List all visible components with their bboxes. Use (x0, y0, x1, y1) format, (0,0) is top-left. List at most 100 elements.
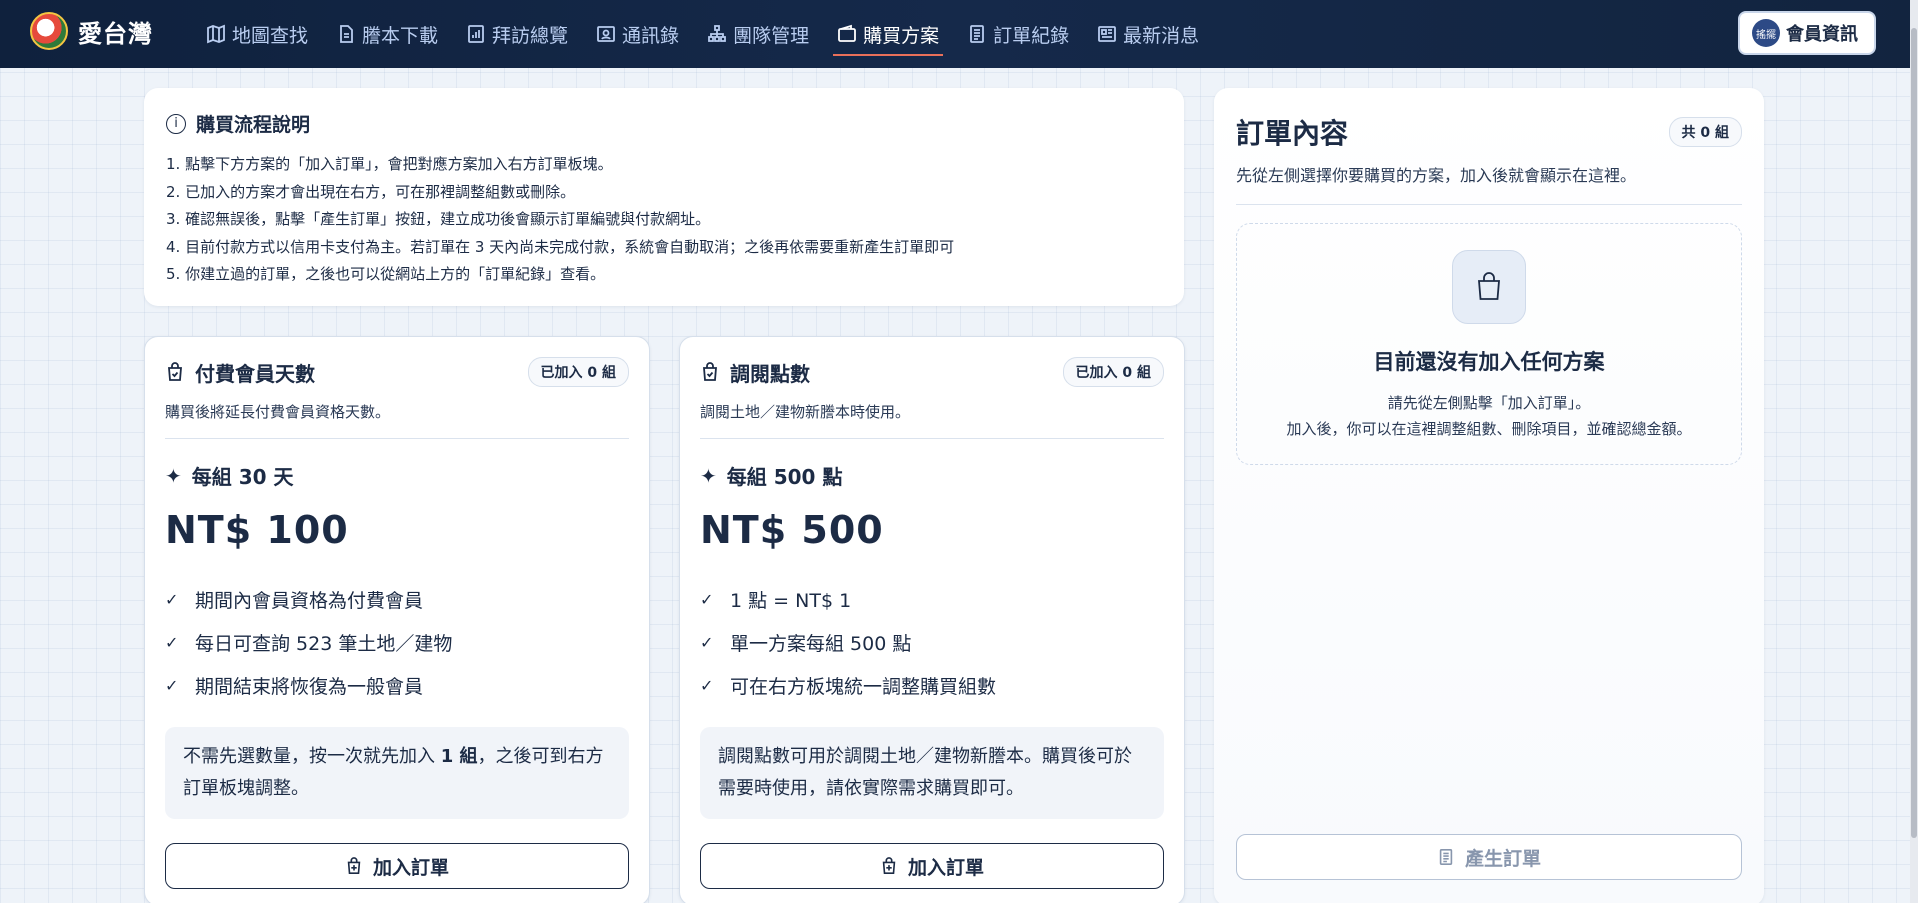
nav-item-label: 地圖查找 (232, 24, 309, 47)
map-icon (207, 24, 225, 44)
create-order-button[interactable]: 產生訂單 (1236, 834, 1742, 880)
info-icon: i (166, 113, 186, 134)
process-step: 2. 已加入的方案才會出現在右方，可在那裡調整組數或刪除。 (166, 182, 576, 201)
nav-item-visits[interactable]: 拜訪總覽 (452, 0, 582, 68)
plan-title: 付費會員天數 (165, 358, 315, 387)
feature-text: 期間結束將恢復為一般會員 (195, 676, 424, 698)
sparkle-icon: ✦ (700, 463, 717, 488)
top-navbar: 愛台灣 地圖查找 謄本下載 拜訪總覽 通訊錄 團隊管理 購買方案 訂單紀錄 最新… (0, 0, 1918, 68)
member-info-label: 會員資訊 (1786, 24, 1858, 45)
member-info-button[interactable]: 搖擺 會員資訊 (1738, 11, 1876, 55)
bag-plus-icon (347, 857, 361, 875)
plan-price: NT$ 500 (700, 508, 884, 552)
order-panel: 訂單內容 共 0 組 先從左側選擇你要購買的方案，加入後就會顯示在這裡。 目前還… (1214, 88, 1764, 903)
empty-hint: 加入後，你可以在這裡調整組數、刪除項目，並確認總金額。 (1286, 420, 1692, 438)
shopping-bag-check-icon (703, 362, 717, 381)
nav-item-purchase[interactable]: 購買方案 (823, 0, 953, 68)
plan-card-points: 調閱點數 已加入 0 組 調閱土地／建物新謄本時使用。 ✦ 每組 500 點 N… (679, 336, 1185, 903)
nav-item-orders[interactable]: 訂單紀錄 (953, 0, 1083, 68)
note-emphasis: 1 組 (440, 746, 478, 767)
plan-card-membership: 付費會員天數 已加入 0 組 購買後將延長付費會員資格天數。 ✦ 每組 30 天… (144, 336, 650, 903)
added-count-badge: 已加入 0 組 (527, 357, 629, 387)
plan-unit-text: 每組 30 天 (191, 465, 294, 489)
check-icon: ✓ (165, 676, 179, 695)
feature-item: ✓ 1 點 = NT$ 1 (700, 578, 1164, 621)
logo-icon (30, 12, 68, 50)
feature-item: ✓ 單一方案每組 500 點 (700, 621, 1164, 664)
purchase-process-card: i 購買流程說明 1. 點擊下方方案的「加入訂單」，會把對應方案加入右方訂單板塊… (144, 88, 1184, 306)
nav-item-label: 最新消息 (1123, 24, 1200, 47)
receipt-icon (970, 25, 984, 43)
sparkle-icon: ✦ (165, 463, 182, 488)
plan-features: ✓ 1 點 = NT$ 1 ✓ 單一方案每組 500 點 ✓ 可在右方板塊統一調整購買… (700, 578, 1164, 707)
plan-unit: ✦ 每組 500 點 (700, 461, 1164, 490)
create-order-label: 產生訂單 (1464, 847, 1541, 870)
add-to-order-label: 加入訂單 (372, 856, 449, 879)
added-count-badge: 已加入 0 組 (1062, 357, 1164, 387)
note-text: 不需先選數量，按一次就先加入 (183, 746, 441, 767)
shopping-bag-icon-svg (1478, 272, 1500, 300)
shopping-bag-icon (1452, 250, 1526, 324)
nav-menu: 地圖查找 謄本下載 拜訪總覽 通訊錄 團隊管理 購買方案 訂單紀錄 最新消息 (192, 0, 1213, 68)
feature-text: 每日可查詢 523 筆土地／建物 (195, 633, 453, 655)
contact-icon (597, 26, 615, 42)
team-icon (708, 25, 726, 42)
plan-features: ✓ 期間內會員資格為付費會員 ✓ 每日可查詢 523 筆土地／建物 ✓ 期間結束將恢復… (165, 578, 629, 707)
process-step: 4. 目前付款方式以信用卡支付為主。若訂單在 3 天內尚未完成付款，系統會自動取… (166, 237, 955, 256)
process-header: i 購買流程說明 (166, 110, 1162, 137)
plan-description: 購買後將延長付費會員資格天數。 (165, 403, 391, 421)
wallet-icon (838, 24, 856, 42)
plan-note: 調閱點數可用於調閱土地／建物新謄本。購買後可於需要時使用，請依實際需求購買即可。 (700, 727, 1164, 819)
nav-item-map[interactable]: 地圖查找 (192, 0, 322, 68)
order-description: 先從左側選擇你要購買的方案，加入後就會顯示在這裡。 (1236, 166, 1637, 185)
nav-item-team[interactable]: 團隊管理 (693, 0, 823, 68)
plan-note: 不需先選數量，按一次就先加入 1 組，之後可到右方訂單板塊調整。 (165, 727, 629, 819)
add-to-order-button[interactable]: 加入訂單 (700, 843, 1164, 889)
receipt-icon (1439, 848, 1453, 866)
process-step: 3. 確認無誤後，點擊「產生訂單」按鈕，建立成功後會顯示訂單編號與付款網址。 (166, 210, 711, 228)
feature-item: ✓ 期間結束將恢復為一般會員 (165, 664, 629, 707)
check-icon: ✓ (700, 676, 714, 695)
feature-text: 1 點 = NT$ 1 (730, 590, 852, 612)
plan-price: NT$ 100 (165, 508, 349, 552)
nav-item-label: 通訊錄 (622, 24, 680, 47)
empty-title: 目前還沒有加入任何方案 (1373, 350, 1605, 374)
document-icon (340, 25, 353, 43)
plan-title: 調閱點數 (700, 358, 810, 387)
divider (165, 438, 629, 439)
plan-title-text: 付費會員天數 (195, 361, 315, 386)
nav-item-contacts[interactable]: 通訊錄 (582, 0, 693, 68)
news-icon (1098, 26, 1117, 42)
nav-item-label: 拜訪總覽 (492, 24, 569, 47)
plan-unit: ✦ 每組 30 天 (165, 461, 629, 490)
brand-logo[interactable]: 愛台灣 (30, 12, 153, 50)
check-icon: ✓ (700, 633, 714, 652)
order-title: 訂單內容 (1236, 117, 1349, 150)
add-to-order-button[interactable]: 加入訂單 (165, 843, 629, 889)
feature-item: ✓ 期間內會員資格為付費會員 (165, 578, 629, 621)
add-to-order-label: 加入訂單 (907, 856, 984, 879)
note-text: 調閱點數可用於調閱土地／建物新謄本。購買後可於需要時使用，請依實際需求購買即可。 (718, 746, 1132, 799)
nav-item-label: 謄本下載 (362, 24, 439, 47)
check-icon: ✓ (700, 590, 714, 609)
process-step: 1. 點擊下方方案的「加入訂單」，會把對應方案加入右方訂單板塊。 (166, 155, 613, 173)
divider (1236, 204, 1742, 205)
feature-text: 單一方案每組 500 點 (730, 633, 912, 655)
nav-item-transcript[interactable]: 謄本下載 (322, 0, 452, 68)
plan-title-text: 調閱點數 (730, 361, 810, 386)
empty-hint: 請先從左側點擊「加入訂單」。 (1387, 394, 1591, 412)
avatar: 搖擺 (1752, 19, 1780, 47)
process-step: 5. 你建立過的訂單，之後也可以從網站上方的「訂單紀錄」查看。 (166, 265, 606, 283)
plan-description: 調閱土地／建物新謄本時使用。 (700, 403, 911, 421)
check-icon: ✓ (165, 590, 179, 609)
chart-icon (468, 25, 484, 43)
nav-item-news[interactable]: 最新消息 (1083, 0, 1213, 68)
divider (700, 438, 1164, 439)
scrollbar-thumb[interactable] (1911, 28, 1917, 838)
nav-item-label: 購買方案 (863, 24, 940, 47)
order-count-badge: 共 0 組 (1668, 117, 1742, 147)
feature-item: ✓ 可在右方板塊統一調整購買組數 (700, 664, 1164, 707)
feature-item: ✓ 每日可查詢 523 筆土地／建物 (165, 621, 629, 664)
nav-item-label: 訂單紀錄 (993, 24, 1070, 47)
nav-item-label: 團隊管理 (733, 24, 810, 47)
